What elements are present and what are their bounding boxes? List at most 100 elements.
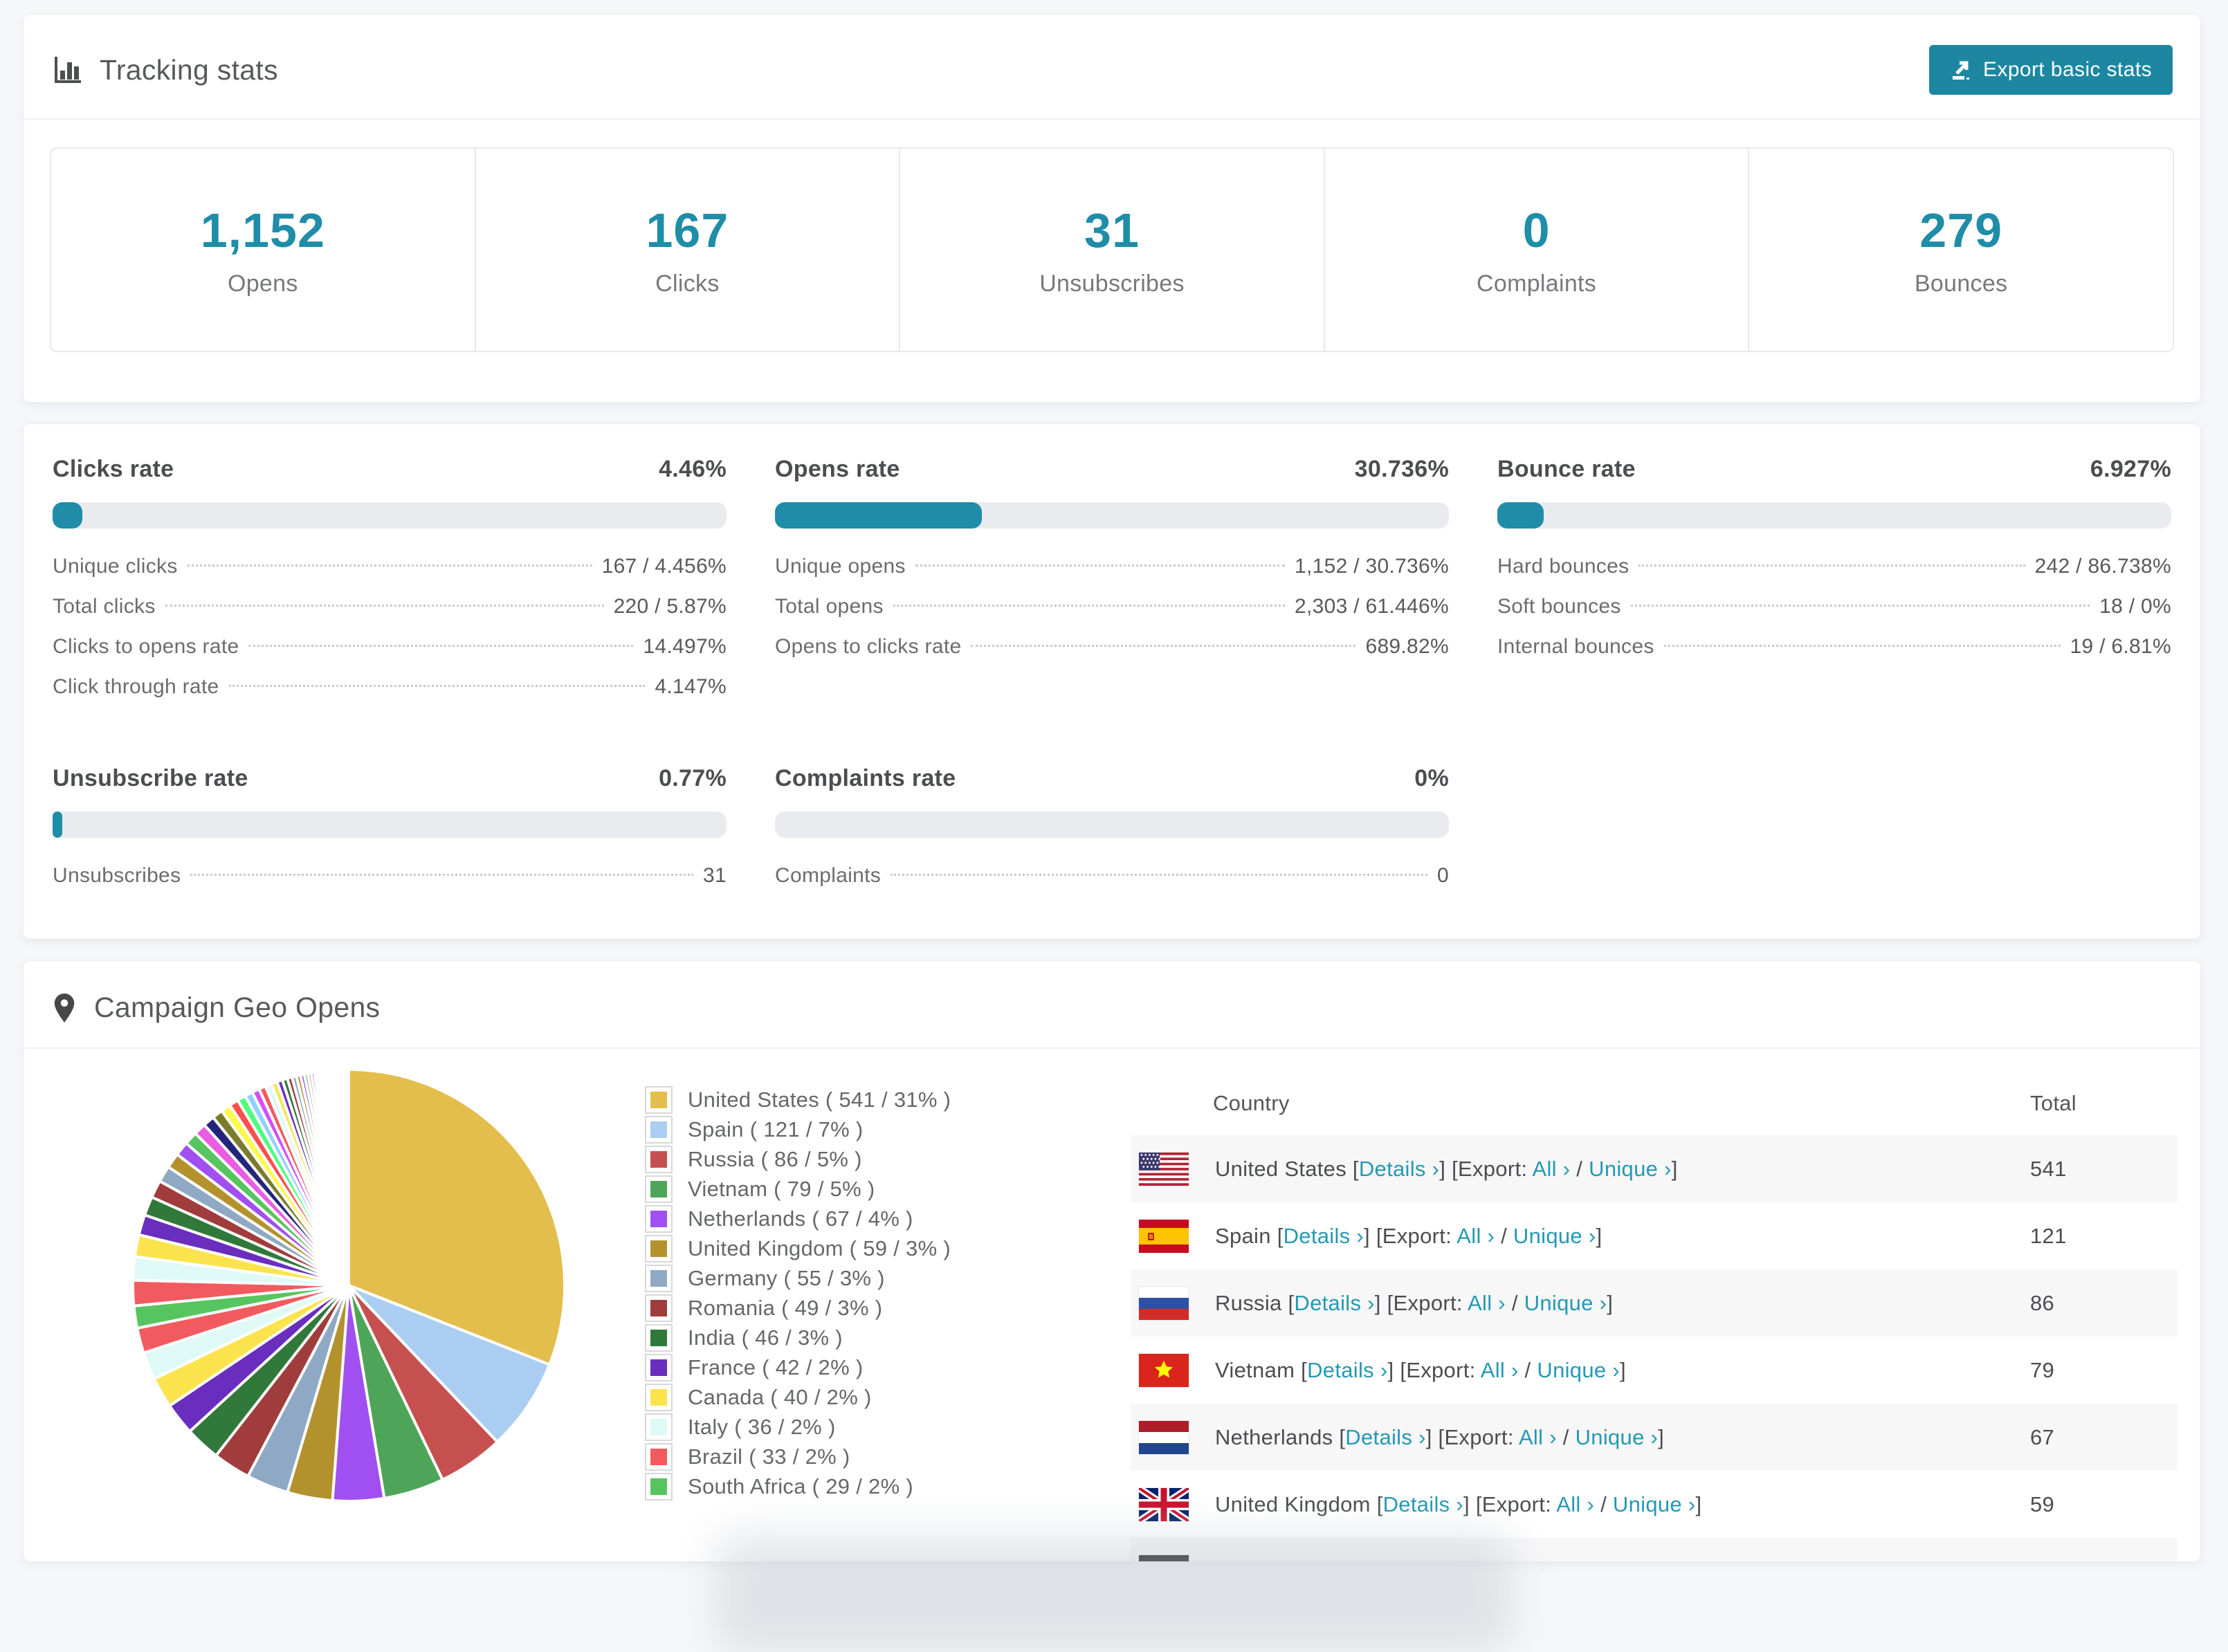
country-name: Vietnam <box>1215 1357 1295 1382</box>
rate-detail-list: Complaints 0 <box>775 864 1449 904</box>
export-unique-link[interactable]: Unique › <box>1576 1425 1659 1449</box>
total-column-header: Total <box>2030 1091 2076 1115</box>
total-cell: 55 <box>2030 1559 2177 1562</box>
country-name: Russia <box>1215 1290 1282 1315</box>
details-link[interactable]: Details › <box>1284 1224 1364 1248</box>
legend-label: South Africa ( 29 / 2% ) <box>688 1474 913 1498</box>
rate-title: Unsubscribe rate <box>53 765 248 791</box>
country-row-es: Spain [Details ›] [Export: All › / Uniqu… <box>1131 1202 2177 1269</box>
legend-item-germany[interactable]: Germany ( 55 / 3% ) <box>645 1263 951 1293</box>
legend-swatch <box>645 1353 673 1382</box>
legend-item-netherlands[interactable]: Netherlands ( 67 / 4% ) <box>645 1204 951 1233</box>
summary-stats-row: 1,152 Opens 167 Clicks 31 Unsubscribes 0 Compla… <box>50 147 2174 352</box>
legend-item-italy[interactable]: Italy ( 36 / 2% ) <box>645 1412 951 1442</box>
dotted-leader <box>165 605 604 607</box>
rate-detail-value: 689.82% <box>1365 635 1449 658</box>
rate-detail-row: Soft bounces 18 / 0% <box>1497 595 2171 635</box>
export-all-link[interactable]: All › <box>1457 1224 1495 1248</box>
details-link[interactable]: Details › <box>1307 1358 1387 1382</box>
export-all-link[interactable]: All › <box>1468 1291 1506 1315</box>
stat-value: 0 <box>1522 203 1551 257</box>
legend-swatch <box>645 1323 673 1352</box>
legend-item-vietnam[interactable]: Vietnam ( 79 / 5% ) <box>645 1174 951 1204</box>
rate-title: Complaints rate <box>775 765 956 791</box>
rates-grid: Clicks rate 4.46% Unique clicks 167 / 4.456… <box>24 424 2200 935</box>
legend-item-brazil[interactable]: Brazil ( 33 / 2% ) <box>645 1442 951 1471</box>
legend-item-canada[interactable]: Canada ( 40 / 2% ) <box>645 1382 951 1412</box>
export-unique-link[interactable]: Unique › <box>1524 1291 1607 1315</box>
legend-label: Germany ( 55 / 3% ) <box>688 1265 885 1290</box>
legend-item-united-kingdom[interactable]: United Kingdom ( 59 / 3% ) <box>645 1233 951 1263</box>
rate-detail-value: 18 / 0% <box>2099 595 2171 618</box>
export-unique-link[interactable]: Unique › <box>1537 1358 1620 1382</box>
details-link[interactable]: Details › <box>1383 1492 1463 1516</box>
legend-label: Russia ( 86 / 5% ) <box>688 1146 862 1171</box>
rate-detail-value: 242 / 86.738% <box>2034 555 2171 578</box>
rate-detail-row: Complaints 0 <box>775 864 1449 904</box>
country-cell: Russia [Details ›] [Export: All › / Uniq… <box>1131 1286 2030 1320</box>
country-name: Netherlands <box>1215 1424 1333 1449</box>
legend-item-south-africa[interactable]: South Africa ( 29 / 2% ) <box>645 1471 951 1501</box>
legend-item-russia[interactable]: Russia ( 86 / 5% ) <box>645 1144 951 1174</box>
export-unique-link[interactable]: Unique › <box>1589 1157 1672 1181</box>
legend-swatch <box>645 1294 673 1322</box>
legend-item-united-states[interactable]: United States ( 541 / 31% ) <box>645 1085 951 1114</box>
flag-icon-ru <box>1139 1286 1189 1320</box>
stat-box-complaints: 0 Complaints <box>1323 149 1748 351</box>
bar-chart-icon <box>51 54 83 86</box>
slash: / <box>1495 1223 1513 1248</box>
dotted-leader <box>1638 565 2025 567</box>
dotted-leader <box>190 874 694 876</box>
bracket: [ <box>1281 1290 1295 1315</box>
bracket: ] <box>1607 1290 1614 1315</box>
legend-swatch <box>645 1234 673 1263</box>
bracket: [ <box>1333 1424 1346 1449</box>
rate-progress-bar <box>775 811 1449 838</box>
rate-panel-header: Bounce rate 6.927% <box>1497 456 2171 483</box>
stat-label: Bounces <box>1914 270 2008 297</box>
export-all-link[interactable]: All › <box>1481 1358 1519 1382</box>
total-cell: 67 <box>2030 1424 2055 1449</box>
flag-icon-us <box>1139 1152 1189 1186</box>
rate-panel-unsubscribe-rate: Unsubscribe rate 0.77% Unsubscribes 31 <box>53 765 727 904</box>
details-link[interactable]: Details › <box>1345 1425 1425 1449</box>
legend-swatch <box>645 1264 673 1292</box>
rate-panel-clicks-rate: Clicks rate 4.46% Unique clicks 167 / 4.456… <box>53 456 727 715</box>
legend-item-romania[interactable]: Romania ( 49 / 3% ) <box>645 1293 951 1323</box>
export-unique-link[interactable]: Unique › <box>1613 1492 1696 1516</box>
rate-detail-label: Unique clicks <box>53 555 178 578</box>
rate-detail-row: Unique opens 1,152 / 30.736% <box>775 555 1449 595</box>
rate-value: 30.736% <box>1354 456 1449 482</box>
rate-detail-label: Click through rate <box>53 675 219 698</box>
stat-value: 1,152 <box>200 203 325 257</box>
rate-progress-bar <box>775 502 1449 529</box>
export-all-link[interactable]: All › <box>1519 1425 1557 1449</box>
legend-label: Netherlands ( 67 / 4% ) <box>688 1206 913 1231</box>
export-all-link[interactable]: All › <box>1556 1492 1594 1516</box>
export-unique-link[interactable]: Unique › <box>1513 1224 1596 1248</box>
total-cell: 79 <box>2030 1357 2055 1382</box>
rate-detail-label: Total clicks <box>53 595 156 618</box>
legend-item-spain[interactable]: Spain ( 121 / 7% ) <box>645 1114 951 1144</box>
country-row-ru: Russia [Details ›] [Export: All › / Uniq… <box>1131 1269 2177 1337</box>
total-cell: 541 <box>2030 1156 2067 1181</box>
legend-item-france[interactable]: France ( 42 / 2% ) <box>645 1352 951 1382</box>
total-cell: 121 <box>2030 1223 2067 1248</box>
details-link[interactable]: Details › <box>1359 1157 1439 1181</box>
export-label: ] [Export: <box>1387 1357 1481 1382</box>
legend-item-india[interactable]: India ( 46 / 3% ) <box>645 1323 951 1352</box>
rate-title: Opens rate <box>775 456 900 482</box>
flag-icon-es <box>1139 1219 1189 1253</box>
rate-detail-label: Soft bounces <box>1497 595 1621 618</box>
export-basic-stats-button[interactable]: Export basic stats <box>1929 45 2173 95</box>
legend-label: Spain ( 121 / 7% ) <box>688 1117 864 1141</box>
slash: / <box>1570 1156 1589 1181</box>
country-row-us: United States [Details ›] [Export: All ›… <box>1131 1135 2177 1202</box>
rate-detail-label: Hard bounces <box>1497 555 1629 578</box>
export-unique-link[interactable]: Unique › <box>1547 1559 1630 1562</box>
export-all-link[interactable]: All › <box>1533 1157 1571 1181</box>
details-link[interactable]: Details › <box>1294 1291 1374 1315</box>
legend-swatch <box>645 1472 673 1500</box>
rate-panel-header: Clicks rate 4.46% <box>53 456 727 483</box>
rate-detail-label: Total opens <box>775 595 884 618</box>
